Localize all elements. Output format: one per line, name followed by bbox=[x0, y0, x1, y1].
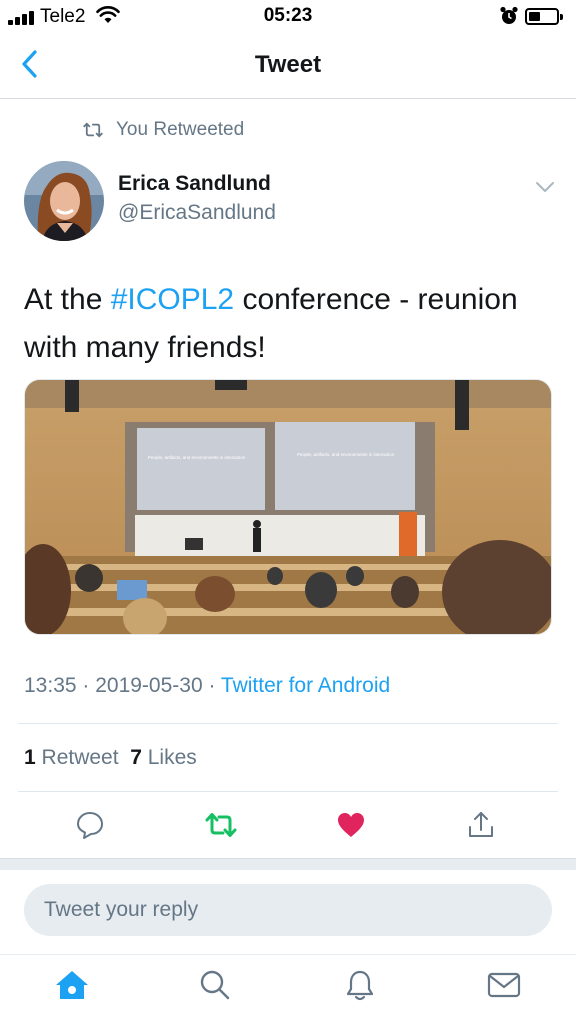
alarm-icon bbox=[500, 6, 518, 24]
heart-icon bbox=[338, 813, 364, 837]
mail-icon bbox=[487, 972, 521, 998]
tab-bar bbox=[0, 954, 576, 1024]
author-handle[interactable]: @EricaSandlund bbox=[118, 201, 276, 225]
like-button[interactable] bbox=[331, 805, 371, 845]
profile-photo bbox=[24, 161, 104, 241]
like-count[interactable]: 7 bbox=[130, 746, 142, 769]
tweet-text: At the #ICOPL2 conference - reunion with… bbox=[24, 276, 554, 372]
divider bbox=[18, 723, 558, 724]
share-button[interactable] bbox=[461, 805, 501, 845]
status-bar: Tele2 05:23 bbox=[0, 0, 576, 34]
chevron-down-icon[interactable] bbox=[533, 177, 557, 197]
status-time: 05:23 bbox=[263, 5, 313, 26]
tab-home[interactable] bbox=[52, 965, 92, 1005]
share-icon bbox=[469, 812, 493, 837]
retweet-count-label[interactable]: Retweet bbox=[36, 746, 131, 769]
tweet-stats: 1 Retweet 7 Likes bbox=[24, 746, 197, 770]
left-slide-title: People, artifacts, and environments in i… bbox=[148, 455, 246, 460]
tweet-photo[interactable]: People, artifacts, and environments in i… bbox=[24, 379, 552, 635]
tab-search[interactable] bbox=[195, 965, 235, 1005]
divider bbox=[18, 791, 558, 792]
battery-icon bbox=[525, 8, 563, 25]
hashtag-link[interactable]: #ICOPL2 bbox=[111, 283, 234, 316]
reply-button[interactable] bbox=[70, 805, 110, 845]
comment-icon bbox=[77, 812, 103, 839]
navigation-bar: Tweet bbox=[0, 34, 576, 99]
timestamp-text: 13:35 · 2019-05-30 · bbox=[24, 674, 221, 697]
retweet-banner-label: You Retweeted bbox=[116, 119, 245, 140]
tweet-text-start: At the bbox=[24, 283, 111, 316]
lecture-hall-photo: People, artifacts, and environments in i… bbox=[25, 380, 551, 634]
retweet-button[interactable] bbox=[201, 805, 241, 845]
right-slide-title: People, artifacts, and environments in i… bbox=[297, 452, 395, 457]
tab-notifications[interactable] bbox=[340, 965, 380, 1005]
retweet-icon bbox=[205, 813, 237, 837]
section-separator bbox=[0, 858, 576, 870]
source-link[interactable]: Twitter for Android bbox=[221, 674, 390, 697]
tweet-timestamp: 13:35 · 2019-05-30 · Twitter for Android bbox=[24, 674, 390, 698]
home-icon bbox=[56, 971, 88, 999]
like-count-label[interactable]: Likes bbox=[142, 746, 197, 769]
reply-input[interactable] bbox=[24, 884, 552, 936]
author-name[interactable]: Erica Sandlund bbox=[118, 172, 271, 196]
search-icon bbox=[200, 970, 230, 1000]
retweet-banner: You Retweeted bbox=[82, 118, 244, 142]
retweet-icon bbox=[83, 122, 103, 138]
avatar[interactable] bbox=[24, 161, 104, 241]
reply-bar bbox=[0, 870, 576, 954]
bell-icon bbox=[346, 970, 374, 1001]
tab-messages[interactable] bbox=[484, 965, 524, 1005]
page-title: Tweet bbox=[254, 51, 322, 78]
retweet-count[interactable]: 1 bbox=[24, 746, 36, 769]
